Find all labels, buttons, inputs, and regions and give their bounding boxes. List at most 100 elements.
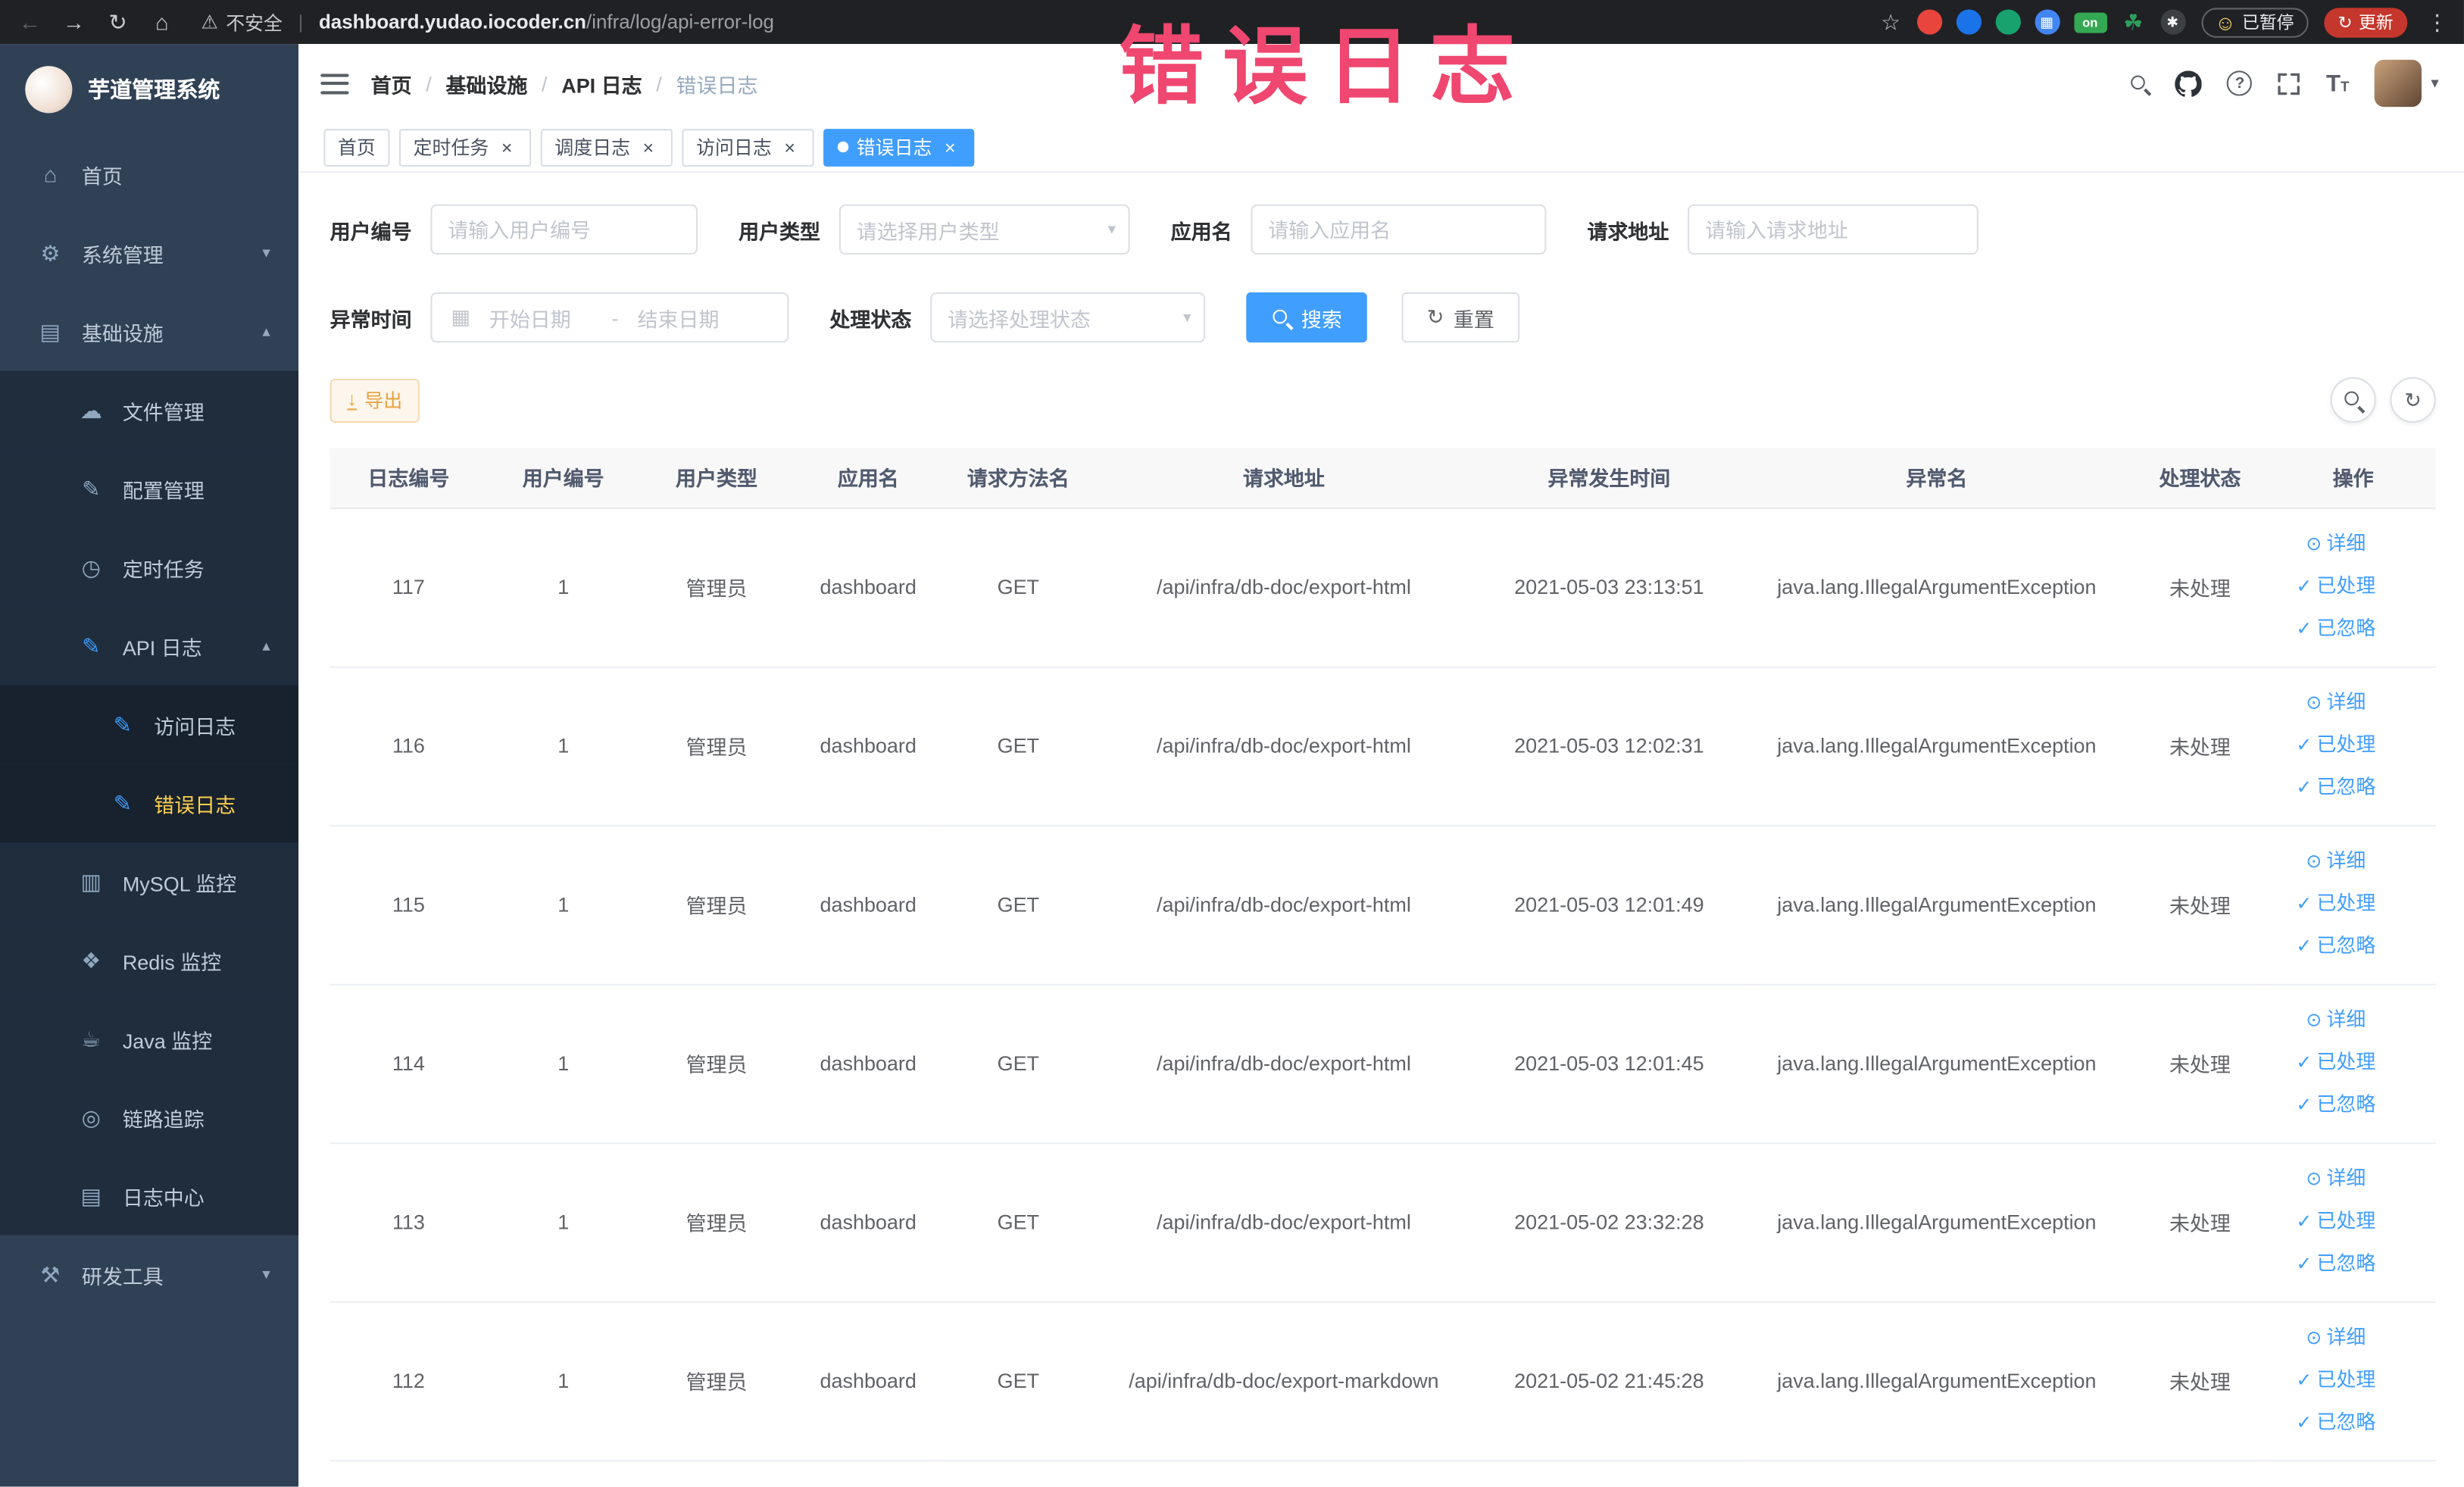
tab-error-log[interactable]: 错误日志 × — [823, 128, 975, 166]
search-icon[interactable] — [2130, 73, 2150, 93]
action-processed[interactable]: ✓ 已处理 — [2271, 1201, 2401, 1243]
sidebar-item-log-center[interactable]: ▤ 日志中心 — [0, 1156, 299, 1236]
security-indicator[interactable]: ⚠ 不安全 — [201, 8, 283, 35]
tab-job-log[interactable]: 调度日志 × — [540, 128, 673, 166]
user-id-input[interactable] — [430, 204, 698, 255]
action-detail[interactable]: ⊙ 详细 — [2271, 1158, 2401, 1201]
breadcrumb-item[interactable]: 首页 — [371, 68, 412, 98]
sidebar-toggle[interactable] — [320, 73, 349, 94]
extensions-area: ▦ on ☘ ✱ — [1916, 8, 2185, 35]
ext-red[interactable] — [1916, 9, 1942, 35]
sidebar-item-java[interactable]: ☕ Java 监控 — [0, 999, 299, 1079]
close-icon[interactable]: × — [638, 136, 658, 158]
infra-icon: ▤ — [39, 318, 61, 344]
font-size-icon[interactable]: TT — [2326, 71, 2349, 95]
sidebar-item-job[interactable]: ◷ 定时任务 — [0, 528, 299, 607]
action-ignored[interactable]: ✓ 已忽略 — [2271, 608, 2401, 651]
help-icon[interactable]: ? — [2227, 70, 2253, 96]
action-ignored[interactable]: ✓ 已忽略 — [2271, 1084, 2401, 1126]
reload-icon[interactable]: ↻ — [104, 8, 132, 35]
ext-teal[interactable] — [1994, 9, 2020, 35]
action-label: 已忽略 — [2316, 1252, 2376, 1275]
github-icon[interactable] — [2175, 70, 2203, 96]
ext-leaf[interactable]: ☘ — [2121, 8, 2146, 34]
reset-button[interactable]: ↻ 重置 — [1401, 292, 1520, 343]
app-logo[interactable]: 芋道管理系统 — [0, 44, 298, 135]
processed-icon: ✓ — [2296, 892, 2313, 915]
action-processed[interactable]: ✓ 已处理 — [2271, 1360, 2401, 1402]
close-icon[interactable]: × — [497, 136, 517, 158]
user-id-label: 用户编号 — [329, 219, 412, 243]
action-detail[interactable]: ⊙ 详细 — [2271, 841, 2401, 883]
sidebar-item-system[interactable]: ⚙ 系统管理 ▾ — [0, 214, 298, 292]
forward-icon[interactable]: → — [60, 9, 88, 34]
config-icon: ✎ — [82, 475, 101, 501]
ext-blue[interactable] — [1955, 9, 1982, 35]
action-processed[interactable]: ✓ 已处理 — [2271, 724, 2401, 767]
update-button[interactable]: ↻ 更新 — [2323, 7, 2408, 37]
app-name-input[interactable] — [1251, 204, 1547, 255]
action-processed[interactable]: ✓ 已处理 — [2271, 566, 2401, 608]
breadcrumb-separator: / — [426, 71, 432, 95]
processed-icon: ✓ — [2296, 1051, 2313, 1073]
sidebar-item-api-log[interactable]: ✎ API 日志 ▴ — [0, 606, 299, 686]
action-detail[interactable]: ⊙ 详细 — [2271, 999, 2401, 1042]
sidebar-item-access-log[interactable]: ✎ 访问日志 — [0, 685, 299, 764]
user-type-select[interactable]: 请选择用户类型 ▾ — [839, 204, 1130, 255]
home-icon: ⌂ — [43, 161, 58, 187]
bookmark-icon[interactable]: ☆ — [1881, 8, 1900, 35]
paused-badge[interactable]: ☺ 已暂停 — [2200, 7, 2309, 37]
close-icon[interactable]: × — [779, 136, 800, 158]
toggle-search-button[interactable] — [2330, 376, 2376, 423]
user-menu[interactable]: ▾ — [2374, 59, 2439, 108]
action-ignored[interactable]: ✓ 已忽略 — [2271, 1243, 2401, 1286]
action-detail[interactable]: ⊙ 详细 — [2271, 1317, 2401, 1360]
sidebar-item-mysql[interactable]: ▥ MySQL 监控 — [0, 842, 299, 921]
export-button[interactable]: ↓ 导出 — [329, 377, 420, 423]
ext-on[interactable]: on — [2073, 11, 2107, 33]
action-processed[interactable]: ✓ 已处理 — [2271, 883, 2401, 926]
action-label: 详细 — [2326, 850, 2366, 873]
tab-home[interactable]: 首页 — [323, 128, 390, 166]
sidebar-item-trace[interactable]: ◎ 链路追踪 — [0, 1078, 299, 1157]
action-detail[interactable]: ⊙ 详细 — [2271, 523, 2401, 566]
table-toolbar: ↓ 导出 ↻ — [329, 376, 2436, 423]
sidebar-item-infra[interactable]: ▤ 基础设施 ▴ — [0, 292, 298, 371]
action-label: 详细 — [2326, 533, 2366, 555]
column-actions: 操作 — [2270, 448, 2436, 509]
tab-cron-job[interactable]: 定时任务 × — [398, 128, 532, 166]
breadcrumb-item[interactable]: 错误日志 — [676, 68, 757, 98]
address-url[interactable]: dashboard.yudao.iocoder.cn/infra/log/api… — [319, 11, 774, 33]
home-icon[interactable]: ⌂ — [148, 9, 176, 34]
request-url-label: 请求地址 — [1587, 219, 1669, 243]
action-processed[interactable]: ✓ 已处理 — [2271, 1042, 2401, 1084]
screen: ← → ↻ ⌂ ⚠ 不安全 | dashboard.yudao.iocoder.cn/… — [0, 0, 2464, 1487]
action-ignored[interactable]: ✓ 已忽略 — [2271, 926, 2401, 968]
back-icon[interactable]: ← — [16, 9, 44, 34]
action-ignored[interactable]: ✓ 已忽略 — [2271, 767, 2401, 809]
date-range-input[interactable]: ▦ 开始日期 - 结束日期 — [430, 292, 789, 343]
sidebar-item-error-log[interactable]: ✎ 错误日志 — [0, 764, 299, 842]
action-label: 详细 — [2326, 1326, 2366, 1349]
sidebar-item-config[interactable]: ✎ 配置管理 — [0, 449, 299, 529]
sidebar-item-redis[interactable]: ❖ Redis 监控 — [0, 920, 299, 1000]
tab-access-log[interactable]: 访问日志 × — [682, 128, 814, 166]
refresh-button[interactable]: ↻ — [2390, 376, 2436, 423]
breadcrumb-item[interactable]: API 日志 — [561, 68, 642, 98]
request-url-input[interactable] — [1688, 204, 1979, 255]
fullscreen-icon[interactable] — [2278, 71, 2301, 95]
process-status-select[interactable]: 请选择处理状态 ▾ — [930, 292, 1206, 343]
action-detail[interactable]: ⊙ 详细 — [2271, 682, 2401, 724]
close-icon[interactable]: × — [940, 136, 960, 158]
breadcrumb-item[interactable]: 基础设施 — [445, 68, 527, 98]
ext-grid[interactable]: ▦ — [2034, 9, 2060, 35]
ext-dark[interactable]: ✱ — [2160, 9, 2185, 35]
browser-menu-icon[interactable]: ⋮ — [2426, 8, 2448, 35]
url-path: /infra/log/api-error-log — [586, 11, 774, 33]
search-button[interactable]: 搜索 — [1246, 292, 1367, 343]
sidebar-item-dev-tools[interactable]: ⚒ 研发工具 ▾ — [0, 1236, 298, 1314]
sidebar-item-file[interactable]: ☁ 文件管理 — [0, 370, 299, 450]
sidebar-item-home[interactable]: ⌂ 首页 — [0, 135, 298, 214]
action-ignored[interactable]: ✓ 已忽略 — [2271, 1402, 2401, 1445]
range-separator: - — [611, 305, 619, 330]
